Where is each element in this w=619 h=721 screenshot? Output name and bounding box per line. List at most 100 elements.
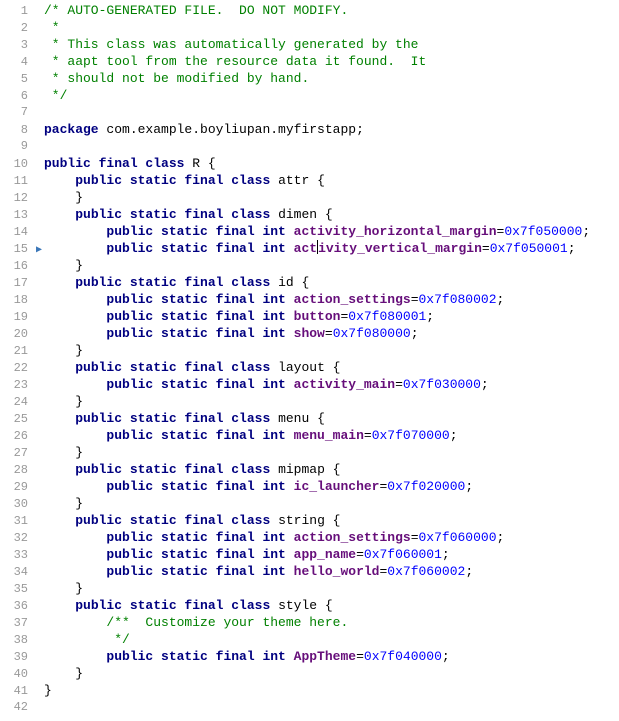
code-editor[interactable]: 1/* AUTO-GENERATED FILE. DO NOT MODIFY.2… <box>0 0 619 718</box>
code-content[interactable]: /** Customize your theme here. <box>44 614 619 631</box>
code-line[interactable]: 18 public static final int action_settin… <box>0 291 619 308</box>
code-line[interactable]: 33 public static final int app_name=0x7f… <box>0 546 619 563</box>
token-punct: } <box>44 190 83 205</box>
code-content[interactable]: } <box>44 342 619 359</box>
code-content[interactable]: */ <box>44 87 619 104</box>
code-content[interactable]: public static final class dimen { <box>44 206 619 223</box>
code-line[interactable]: 34 public static final int hello_world=0… <box>0 563 619 580</box>
code-line[interactable]: 6 */ <box>0 87 619 104</box>
code-content[interactable]: */ <box>44 631 619 648</box>
code-line[interactable]: 27 } <box>0 444 619 461</box>
token-number: 0x7f020000 <box>387 479 465 494</box>
code-line[interactable]: 1/* AUTO-GENERATED FILE. DO NOT MODIFY. <box>0 2 619 19</box>
code-line[interactable]: 8package com.example.boyliupan.myfirstap… <box>0 121 619 138</box>
code-content[interactable]: public static final int action_settings=… <box>44 529 619 546</box>
code-content[interactable]: public static final int menu_main=0x7f07… <box>44 427 619 444</box>
code-line[interactable]: 15▶ public static final int activity_ver… <box>0 240 619 257</box>
code-content[interactable]: } <box>44 444 619 461</box>
token-number: 0x7f060001 <box>364 547 442 562</box>
code-content[interactable]: package com.example.boyliupan.myfirstapp… <box>44 121 619 138</box>
code-line[interactable]: 42 <box>0 699 619 716</box>
code-content[interactable]: public final class R { <box>44 155 619 172</box>
token-punct <box>44 309 106 324</box>
code-content[interactable]: public static final class layout { <box>44 359 619 376</box>
code-content[interactable]: public static final int ic_launcher=0x7f… <box>44 478 619 495</box>
code-content[interactable]: public static final int action_settings=… <box>44 291 619 308</box>
token-field: action_settings <box>294 530 411 545</box>
code-content[interactable]: /* AUTO-GENERATED FILE. DO NOT MODIFY. <box>44 2 619 19</box>
token-punct <box>44 479 106 494</box>
token-keyword: public static final class <box>75 207 278 222</box>
code-content[interactable]: public static final int app_name=0x7f060… <box>44 546 619 563</box>
code-line[interactable]: 17 public static final class id { <box>0 274 619 291</box>
code-line[interactable]: 25 public static final class menu { <box>0 410 619 427</box>
token-punct: } <box>44 394 83 409</box>
code-line[interactable]: 12 } <box>0 189 619 206</box>
code-line[interactable]: 37 /** Customize your theme here. <box>0 614 619 631</box>
code-content[interactable]: public static final int hello_world=0x7f… <box>44 563 619 580</box>
code-content[interactable]: public static final int show=0x7f080000; <box>44 325 619 342</box>
code-content[interactable]: public static final class attr { <box>44 172 619 189</box>
code-line[interactable]: 31 public static final class string { <box>0 512 619 529</box>
code-line[interactable]: 20 public static final int show=0x7f0800… <box>0 325 619 342</box>
code-content[interactable]: public static final class mipmap { <box>44 461 619 478</box>
code-line[interactable]: 24 } <box>0 393 619 410</box>
token-punct: } <box>44 343 83 358</box>
code-line[interactable]: 22 public static final class layout { <box>0 359 619 376</box>
code-line[interactable]: 5 * should not be modified by hand. <box>0 70 619 87</box>
code-content[interactable]: } <box>44 257 619 274</box>
token-keyword: public static final class <box>75 275 278 290</box>
code-line[interactable]: 13 public static final class dimen { <box>0 206 619 223</box>
code-line[interactable]: 41} <box>0 682 619 699</box>
code-line[interactable]: 30 } <box>0 495 619 512</box>
code-content[interactable]: public static final int AppTheme=0x7f040… <box>44 648 619 665</box>
line-number: 37 <box>0 615 34 632</box>
token-field: AppTheme <box>294 649 356 664</box>
code-content[interactable]: public static final int activity_main=0x… <box>44 376 619 393</box>
code-line[interactable]: 39 public static final int AppTheme=0x7f… <box>0 648 619 665</box>
code-line[interactable]: 19 public static final int button=0x7f08… <box>0 308 619 325</box>
code-content[interactable]: public static final class string { <box>44 512 619 529</box>
code-content[interactable]: public static final class id { <box>44 274 619 291</box>
code-line[interactable]: 36 public static final class style { <box>0 597 619 614</box>
code-content[interactable]: } <box>44 665 619 682</box>
code-content[interactable]: * should not be modified by hand. <box>44 70 619 87</box>
code-line[interactable]: 28 public static final class mipmap { <box>0 461 619 478</box>
code-line[interactable]: 21 } <box>0 342 619 359</box>
code-line[interactable]: 23 public static final int activity_main… <box>0 376 619 393</box>
code-content[interactable]: } <box>44 580 619 597</box>
code-line[interactable]: 32 public static final int action_settin… <box>0 529 619 546</box>
code-content[interactable]: public static final class menu { <box>44 410 619 427</box>
code-content[interactable]: * aapt tool from the resource data it fo… <box>44 53 619 70</box>
line-number: 35 <box>0 581 34 598</box>
code-line[interactable]: 11 public static final class attr { <box>0 172 619 189</box>
code-line[interactable]: 14 public static final int activity_hori… <box>0 223 619 240</box>
line-number: 39 <box>0 649 34 666</box>
code-line[interactable]: 9 <box>0 138 619 155</box>
code-content[interactable]: } <box>44 495 619 512</box>
code-line[interactable]: 4 * aapt tool from the resource data it … <box>0 53 619 70</box>
token-field: action_settings <box>294 292 411 307</box>
code-content[interactable]: public static final class style { <box>44 597 619 614</box>
code-line[interactable]: 38 */ <box>0 631 619 648</box>
line-number: 16 <box>0 258 34 275</box>
code-line[interactable]: 10public final class R { <box>0 155 619 172</box>
code-content[interactable]: * <box>44 19 619 36</box>
code-content[interactable]: } <box>44 189 619 206</box>
code-content[interactable]: public static final int button=0x7f08000… <box>44 308 619 325</box>
token-punct: } <box>44 445 83 460</box>
code-content[interactable]: * This class was automatically generated… <box>44 36 619 53</box>
code-content[interactable]: public static final int activity_vertica… <box>44 240 619 257</box>
code-line[interactable]: 35 } <box>0 580 619 597</box>
code-line[interactable]: 26 public static final int menu_main=0x7… <box>0 427 619 444</box>
code-line[interactable]: 16 } <box>0 257 619 274</box>
code-content[interactable]: } <box>44 393 619 410</box>
code-line[interactable]: 29 public static final int ic_launcher=0… <box>0 478 619 495</box>
code-content[interactable]: public static final int activity_horizon… <box>44 223 619 240</box>
code-line[interactable]: 3 * This class was automatically generat… <box>0 36 619 53</box>
code-line[interactable]: 40 } <box>0 665 619 682</box>
code-line[interactable]: 2 * <box>0 19 619 36</box>
code-line[interactable]: 7 <box>0 104 619 121</box>
token-keyword: public static final class <box>75 598 278 613</box>
code-content[interactable]: } <box>44 682 619 699</box>
